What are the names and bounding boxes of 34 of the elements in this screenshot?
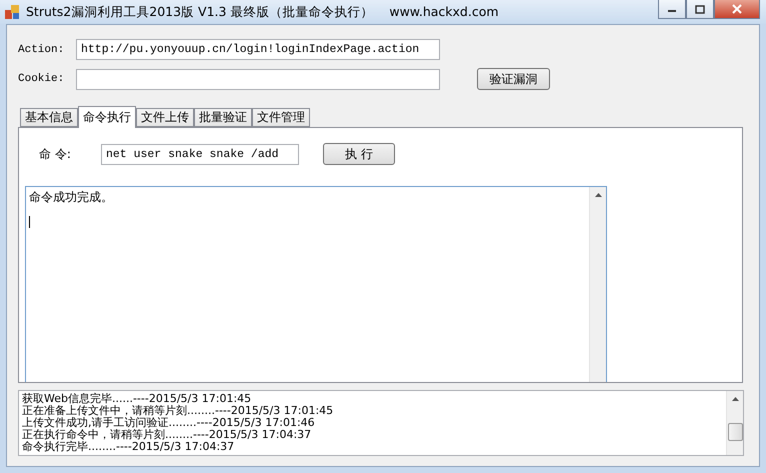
tab[interactable]: 文件上传 <box>136 108 194 127</box>
log-line: 正在执行命令中，请稍等片刻........----2015/5/3 17:04:37 <box>22 429 312 441</box>
close-icon <box>732 4 742 14</box>
execute-button[interactable]: 执 行 <box>323 143 395 165</box>
log-line: 获取Web信息完毕......----2015/5/3 17:01:45 <box>22 393 252 405</box>
command-label: 命 令: <box>38 146 72 162</box>
output-area[interactable]: 命令成功完成。 <box>25 186 607 382</box>
log-line: 命令执行完毕........----2015/5/3 17:04:37 <box>22 441 236 453</box>
tab[interactable]: 批量验证 <box>194 108 252 127</box>
verify-button[interactable]: 验证漏洞 <box>477 68 550 90</box>
log-line: 上传文件成功,请手工访问验证........----2015/5/3 17:01:46 <box>22 417 316 429</box>
cookie-field[interactable] <box>76 68 440 90</box>
cookie-label: Cookie: <box>18 73 66 85</box>
log-area[interactable] <box>18 390 744 456</box>
output-text: 命令成功完成。 <box>29 189 114 206</box>
close-button[interactable] <box>714 0 760 19</box>
text-cursor <box>29 216 30 228</box>
tab[interactable]: 文件管理 <box>252 108 310 127</box>
maximize-button[interactable] <box>686 0 714 19</box>
command-field[interactable]: net user snake snake /add <box>101 144 299 164</box>
tab[interactable]: 基本信息 <box>20 108 78 127</box>
app-icon <box>4 4 20 20</box>
log-line: 正在准备上传文件中，请稍等片刻........----2015/5/3 17:01:45 <box>22 405 334 417</box>
scroll-up-icon[interactable] <box>594 193 602 197</box>
action-label: Action: <box>18 44 66 56</box>
scroll-up-icon[interactable] <box>732 397 738 401</box>
scroll-thumb[interactable] <box>728 423 742 441</box>
minimize-button[interactable] <box>658 0 686 19</box>
scrollbar[interactable] <box>589 187 606 382</box>
maximize-icon <box>695 4 705 14</box>
action-field[interactable]: http://pu.yonyouup.cn/login!loginIndexPage.action <box>76 39 440 60</box>
scrollbar[interactable] <box>726 391 743 455</box>
window-title: Struts2漏洞利用工具2013版 V1.3 最终版（批量命令执行） www.hackxd.com <box>26 4 499 20</box>
tab[interactable]: 命令执行 <box>78 106 136 128</box>
